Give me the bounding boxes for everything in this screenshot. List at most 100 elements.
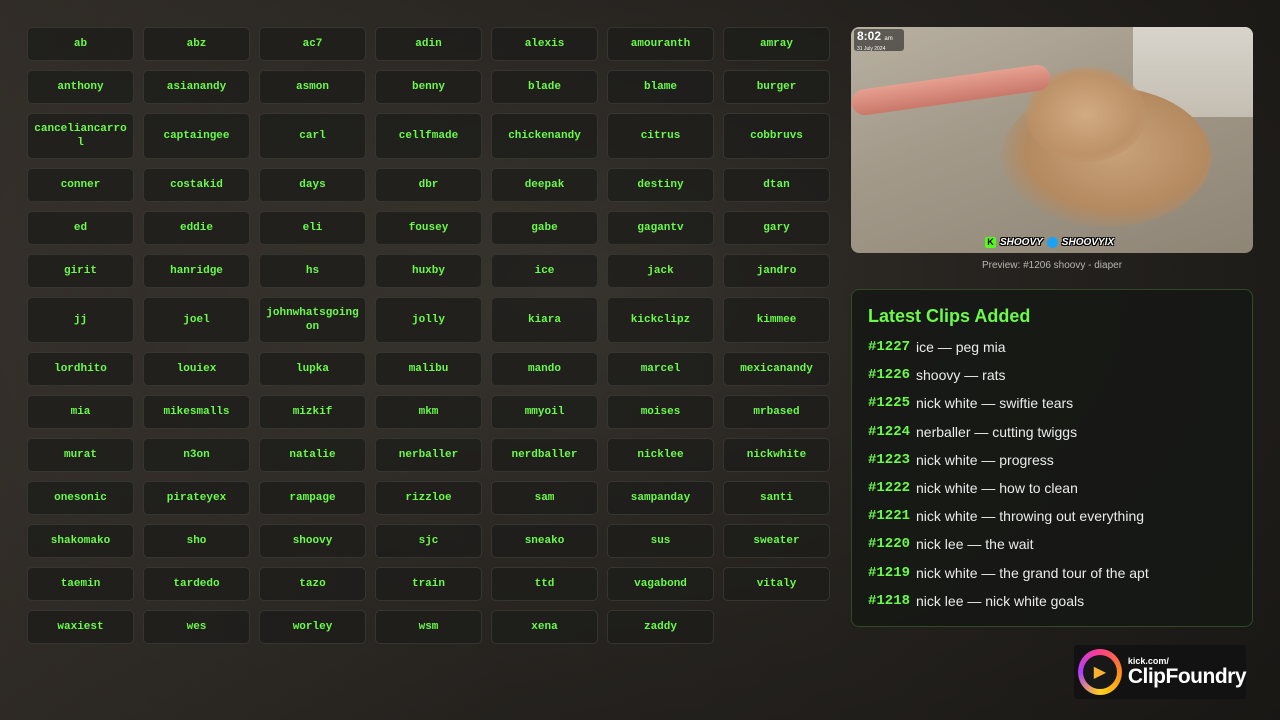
streamer-button[interactable]: days	[259, 168, 366, 202]
streamer-button[interactable]: vagabond	[607, 567, 714, 601]
streamer-button[interactable]: sjc	[375, 524, 482, 558]
streamer-button[interactable]: gabe	[491, 211, 598, 245]
streamer-button[interactable]: rizzloe	[375, 481, 482, 515]
clip-list-item[interactable]: #1223 nick white — progress	[868, 446, 1236, 474]
streamer-button[interactable]: blame	[607, 70, 714, 104]
streamer-button[interactable]: conner	[27, 168, 134, 202]
streamer-button[interactable]: chickenandy	[491, 113, 598, 159]
streamer-button[interactable]: eddie	[143, 211, 250, 245]
streamer-button[interactable]: santi	[723, 481, 830, 515]
streamer-button[interactable]: mrbased	[723, 395, 830, 429]
streamer-button[interactable]: kickclipz	[607, 297, 714, 343]
streamer-button[interactable]: amray	[723, 27, 830, 61]
streamer-button[interactable]: asianandy	[143, 70, 250, 104]
streamer-button[interactable]: jj	[27, 297, 134, 343]
streamer-button[interactable]: ttd	[491, 567, 598, 601]
streamer-button[interactable]: natalie	[259, 438, 366, 472]
streamer-button[interactable]: ac7	[259, 27, 366, 61]
streamer-button[interactable]: destiny	[607, 168, 714, 202]
clip-list-item[interactable]: #1222 nick white — how to clean	[868, 474, 1236, 502]
streamer-button[interactable]: marcel	[607, 352, 714, 386]
streamer-button[interactable]: sampanday	[607, 481, 714, 515]
streamer-button[interactable]: lordhito	[27, 352, 134, 386]
streamer-button[interactable]: johnwhatsgoingon	[259, 297, 366, 343]
streamer-button[interactable]: anthony	[27, 70, 134, 104]
streamer-button[interactable]: amouranth	[607, 27, 714, 61]
streamer-button[interactable]: sho	[143, 524, 250, 558]
streamer-button[interactable]: benny	[375, 70, 482, 104]
streamer-button[interactable]: girit	[27, 254, 134, 288]
clip-list-item[interactable]: #1226 shoovy — rats	[868, 361, 1236, 389]
streamer-button[interactable]: vitaly	[723, 567, 830, 601]
streamer-button[interactable]: tazo	[259, 567, 366, 601]
streamer-button[interactable]: asmon	[259, 70, 366, 104]
clip-list-item[interactable]: #1227 ice — peg mia	[868, 333, 1236, 361]
streamer-button[interactable]: nicklee	[607, 438, 714, 472]
streamer-button[interactable]: mkm	[375, 395, 482, 429]
streamer-button[interactable]: mikesmalls	[143, 395, 250, 429]
streamer-button[interactable]: pirateyex	[143, 481, 250, 515]
streamer-button[interactable]: kiara	[491, 297, 598, 343]
streamer-button[interactable]: carl	[259, 113, 366, 159]
streamer-button[interactable]: hs	[259, 254, 366, 288]
streamer-button[interactable]: sweater	[723, 524, 830, 558]
streamer-button[interactable]: louiex	[143, 352, 250, 386]
streamer-button[interactable]: deepak	[491, 168, 598, 202]
streamer-button[interactable]: n3on	[143, 438, 250, 472]
streamer-button[interactable]: citrus	[607, 113, 714, 159]
streamer-button[interactable]: hanridge	[143, 254, 250, 288]
streamer-button[interactable]: nickwhite	[723, 438, 830, 472]
streamer-button[interactable]: ice	[491, 254, 598, 288]
streamer-button[interactable]: nerdballer	[491, 438, 598, 472]
clip-list-item[interactable]: #1220 nick lee — the wait	[868, 530, 1236, 558]
streamer-button[interactable]: train	[375, 567, 482, 601]
streamer-button[interactable]: nerballer	[375, 438, 482, 472]
streamer-button[interactable]: ed	[27, 211, 134, 245]
streamer-button[interactable]: waxiest	[27, 610, 134, 644]
streamer-button[interactable]: cellfmade	[375, 113, 482, 159]
streamer-button[interactable]: lupka	[259, 352, 366, 386]
streamer-button[interactable]: moises	[607, 395, 714, 429]
streamer-button[interactable]: burger	[723, 70, 830, 104]
clip-list-item[interactable]: #1224 nerballer — cutting twiggs	[868, 418, 1236, 446]
streamer-button[interactable]: joel	[143, 297, 250, 343]
streamer-button[interactable]: sus	[607, 524, 714, 558]
streamer-button[interactable]: captaingee	[143, 113, 250, 159]
streamer-button[interactable]: mmyoil	[491, 395, 598, 429]
streamer-button[interactable]: blade	[491, 70, 598, 104]
streamer-button[interactable]: adin	[375, 27, 482, 61]
streamer-button[interactable]: mia	[27, 395, 134, 429]
clip-preview[interactable]: 8:02 am 31 July 2024 K SHOOVY SHOOVYIX	[851, 27, 1253, 253]
streamer-button[interactable]: jolly	[375, 297, 482, 343]
streamer-button[interactable]: taemin	[27, 567, 134, 601]
streamer-button[interactable]: malibu	[375, 352, 482, 386]
streamer-button[interactable]: jack	[607, 254, 714, 288]
streamer-button[interactable]: worley	[259, 610, 366, 644]
streamer-button[interactable]: wes	[143, 610, 250, 644]
streamer-button[interactable]: canceliancarrol	[27, 113, 134, 159]
streamer-button[interactable]: mando	[491, 352, 598, 386]
streamer-button[interactable]: sam	[491, 481, 598, 515]
streamer-button[interactable]: tardedo	[143, 567, 250, 601]
streamer-button[interactable]: mexicanandy	[723, 352, 830, 386]
streamer-button[interactable]: dbr	[375, 168, 482, 202]
streamer-button[interactable]: zaddy	[607, 610, 714, 644]
streamer-button[interactable]: jandro	[723, 254, 830, 288]
streamer-button[interactable]: kimmee	[723, 297, 830, 343]
streamer-button[interactable]: shoovy	[259, 524, 366, 558]
streamer-button[interactable]: alexis	[491, 27, 598, 61]
clip-list-item[interactable]: #1221 nick white — throwing out everythin…	[868, 502, 1236, 530]
streamer-button[interactable]: fousey	[375, 211, 482, 245]
streamer-button[interactable]: mizkif	[259, 395, 366, 429]
streamer-button[interactable]: onesonic	[27, 481, 134, 515]
streamer-button[interactable]: ab	[27, 27, 134, 61]
clip-list-item[interactable]: #1218 nick lee — nick white goals	[868, 587, 1236, 615]
streamer-button[interactable]: wsm	[375, 610, 482, 644]
streamer-button[interactable]: sneako	[491, 524, 598, 558]
streamer-button[interactable]: dtan	[723, 168, 830, 202]
streamer-button[interactable]: murat	[27, 438, 134, 472]
clip-list-item[interactable]: #1219 nick white — the grand tour of the …	[868, 559, 1236, 587]
clip-list-item[interactable]: #1225 nick white — swiftie tears	[868, 389, 1236, 417]
streamer-button[interactable]: gagantv	[607, 211, 714, 245]
streamer-button[interactable]: xena	[491, 610, 598, 644]
